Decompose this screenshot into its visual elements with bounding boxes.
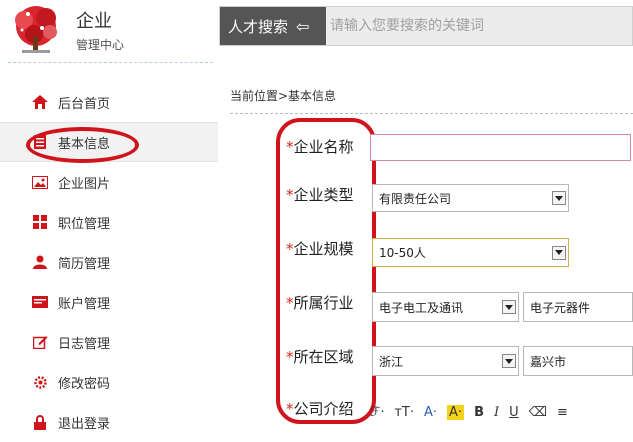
- company-type-select[interactable]: 有限责任公司: [372, 184, 569, 212]
- tree-logo-icon: [15, 6, 57, 53]
- brand-name: 企业: [76, 11, 112, 32]
- chevron-down-icon: [552, 191, 566, 205]
- edit-icon: [32, 334, 48, 350]
- sidebar-item-resume-management[interactable]: 简历管理: [0, 242, 218, 282]
- font-size-icon[interactable]: тT·: [394, 405, 414, 420]
- search-input[interactable]: [326, 7, 632, 45]
- gear-icon: [32, 374, 48, 390]
- home-icon: [32, 94, 48, 110]
- card-icon: [32, 294, 48, 310]
- sidebar-item-logout[interactable]: 退出登录: [0, 402, 218, 442]
- search-category-label: 人才搜索: [228, 17, 289, 36]
- sidebar-item-job-management[interactable]: 职位管理: [0, 202, 218, 242]
- chevron-down-icon: [552, 245, 566, 260]
- select-value: 嘉兴市: [530, 354, 567, 369]
- content-divider: [230, 113, 633, 114]
- sidebar-item-label: 账户管理: [58, 296, 111, 312]
- align-icon[interactable]: ≡: [557, 405, 568, 420]
- select-value: 有限责任公司: [379, 191, 452, 206]
- sidebar-item-label: 日志管理: [58, 336, 111, 352]
- font-family-icon[interactable]: ℱ·: [370, 405, 384, 420]
- image-icon: [32, 174, 48, 190]
- sidebar-item-home[interactable]: 后台首页: [0, 82, 218, 122]
- industry-primary-select[interactable]: 电子电工及通讯: [372, 292, 519, 322]
- region-province-select[interactable]: 浙江: [372, 346, 519, 376]
- sidebar-item-log-management[interactable]: 日志管理: [0, 322, 218, 362]
- underline-icon[interactable]: U: [509, 405, 519, 420]
- sidebar-item-label: 企业图片: [58, 176, 111, 192]
- sidebar: 企业 管理中心 后台首页 基本信息 企业图片 职位管理 简历管理 账户管理 日志…: [0, 0, 218, 432]
- select-value: 电子电工及通讯: [379, 300, 464, 315]
- person-icon: [32, 254, 48, 270]
- sidebar-item-label: 职位管理: [58, 216, 111, 232]
- talent-search-bar: 人才搜索 ⇦: [219, 6, 633, 46]
- brand-subtitle: 管理中心: [76, 38, 125, 52]
- select-value: 浙江: [379, 354, 404, 369]
- bold-icon[interactable]: B: [474, 405, 484, 420]
- annotation-circle-basic-info: [26, 127, 139, 163]
- chevron-down-icon: [502, 300, 516, 314]
- lock-icon: [32, 414, 48, 430]
- arrow-left-icon: ⇦: [296, 16, 310, 36]
- highlight-color-icon[interactable]: A·: [447, 404, 465, 420]
- sidebar-item-change-password[interactable]: 修改密码: [0, 362, 218, 402]
- font-color-icon[interactable]: A·: [424, 405, 437, 420]
- grid-icon: [32, 214, 48, 230]
- annotation-circle-labels: [276, 118, 376, 424]
- editor-toolbar: ℱ· тT· A· A· B I U ⌫ ≡: [370, 400, 633, 424]
- sidebar-item-label: 简历管理: [58, 256, 111, 272]
- sidebar-item-account-management[interactable]: 账户管理: [0, 282, 218, 322]
- sidebar-item-label: 后台首页: [58, 96, 111, 112]
- sidebar-item-label: 修改密码: [58, 376, 111, 392]
- sidebar-item-label: 退出登录: [58, 416, 111, 432]
- chevron-down-icon: [502, 354, 516, 368]
- eraser-icon[interactable]: ⌫: [529, 405, 547, 420]
- italic-icon[interactable]: I: [494, 405, 499, 420]
- search-category[interactable]: 人才搜索 ⇦: [220, 7, 326, 45]
- select-value: 10-50人: [379, 246, 426, 260]
- industry-secondary-select[interactable]: 电子元器件: [523, 292, 633, 322]
- brand: 企业 管理中心: [76, 12, 124, 53]
- sidebar-item-company-images[interactable]: 企业图片: [0, 162, 218, 202]
- company-name-input[interactable]: [370, 134, 631, 161]
- breadcrumb: 当前位置>基本信息: [230, 89, 337, 103]
- region-city-select[interactable]: 嘉兴市: [523, 346, 633, 376]
- sidebar-divider: [8, 62, 213, 63]
- company-size-select[interactable]: 10-50人: [372, 238, 569, 267]
- select-value: 电子元器件: [530, 300, 591, 315]
